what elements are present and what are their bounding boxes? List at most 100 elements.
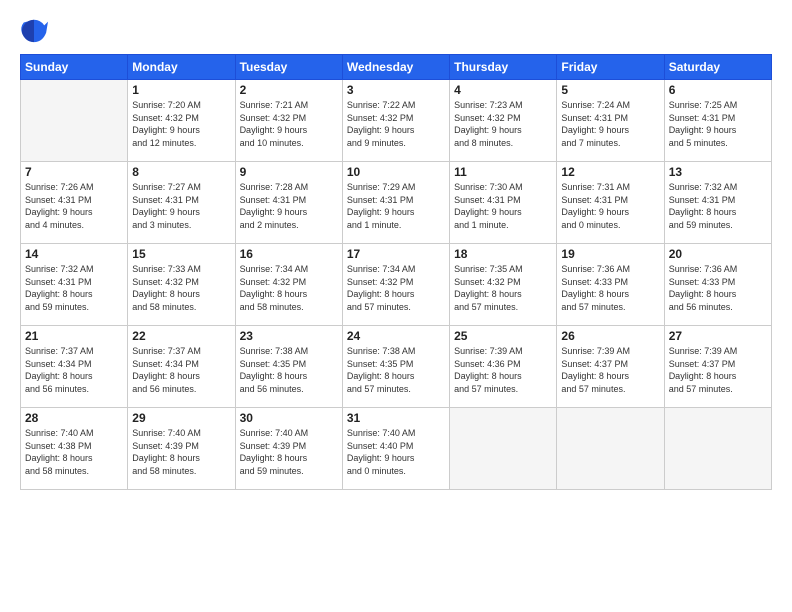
col-header-saturday: Saturday — [664, 55, 771, 80]
day-info: Sunrise: 7:39 AM Sunset: 4:37 PM Dayligh… — [561, 345, 659, 395]
day-number: 29 — [132, 411, 230, 425]
day-cell: 1 Sunrise: 7:20 AM Sunset: 4:32 PM Daylig… — [128, 80, 235, 162]
day-number: 20 — [669, 247, 767, 261]
day-cell: 23 Sunrise: 7:38 AM Sunset: 4:35 PM Dayli… — [235, 326, 342, 408]
day-info: Sunrise: 7:38 AM Sunset: 4:35 PM Dayligh… — [240, 345, 338, 395]
day-number: 7 — [25, 165, 123, 179]
day-info: Sunrise: 7:32 AM Sunset: 4:31 PM Dayligh… — [669, 181, 767, 231]
day-cell: 30 Sunrise: 7:40 AM Sunset: 4:39 PM Dayli… — [235, 408, 342, 490]
day-cell: 6Sunrise: 7:25 AM Sunset: 4:31 PM Daylig… — [664, 80, 771, 162]
day-info: Sunrise: 7:40 AM Sunset: 4:39 PM Dayligh… — [240, 427, 338, 477]
day-info: Sunrise: 7:22 AM Sunset: 4:32 PM Dayligh… — [347, 99, 445, 149]
day-info: Sunrise: 7:36 AM Sunset: 4:33 PM Dayligh… — [561, 263, 659, 313]
day-number: 26 — [561, 329, 659, 343]
week-row-1: 7 Sunrise: 7:26 AM Sunset: 4:31 PM Daylig… — [21, 162, 772, 244]
day-info: Sunrise: 7:20 AM Sunset: 4:32 PM Dayligh… — [132, 99, 230, 149]
day-info: Sunrise: 7:40 AM Sunset: 4:40 PM Dayligh… — [347, 427, 445, 477]
day-info: Sunrise: 7:29 AM Sunset: 4:31 PM Dayligh… — [347, 181, 445, 231]
day-number: 16 — [240, 247, 338, 261]
day-info: Sunrise: 7:34 AM Sunset: 4:32 PM Dayligh… — [347, 263, 445, 313]
day-cell: 14Sunrise: 7:32 AM Sunset: 4:31 PM Dayli… — [21, 244, 128, 326]
day-info: Sunrise: 7:31 AM Sunset: 4:31 PM Dayligh… — [561, 181, 659, 231]
day-cell: 15 Sunrise: 7:33 AM Sunset: 4:32 PM Dayli… — [128, 244, 235, 326]
day-number: 18 — [454, 247, 552, 261]
day-cell: 4Sunrise: 7:23 AM Sunset: 4:32 PM Daylig… — [450, 80, 557, 162]
col-header-friday: Friday — [557, 55, 664, 80]
day-cell: 16 Sunrise: 7:34 AM Sunset: 4:32 PM Dayli… — [235, 244, 342, 326]
day-cell: 12 Sunrise: 7:31 AM Sunset: 4:31 PM Dayli… — [557, 162, 664, 244]
day-cell: 7 Sunrise: 7:26 AM Sunset: 4:31 PM Daylig… — [21, 162, 128, 244]
logo-icon — [20, 16, 48, 44]
day-number: 12 — [561, 165, 659, 179]
col-header-monday: Monday — [128, 55, 235, 80]
day-number: 10 — [347, 165, 445, 179]
day-info: Sunrise: 7:37 AM Sunset: 4:34 PM Dayligh… — [25, 345, 123, 395]
day-cell: 29 Sunrise: 7:40 AM Sunset: 4:39 PM Dayli… — [128, 408, 235, 490]
day-info: Sunrise: 7:28 AM Sunset: 4:31 PM Dayligh… — [240, 181, 338, 231]
day-info: Sunrise: 7:40 AM Sunset: 4:39 PM Dayligh… — [132, 427, 230, 477]
day-cell: 13Sunrise: 7:32 AM Sunset: 4:31 PM Dayli… — [664, 162, 771, 244]
day-number: 25 — [454, 329, 552, 343]
day-number: 6 — [669, 83, 767, 97]
day-info: Sunrise: 7:39 AM Sunset: 4:37 PM Dayligh… — [669, 345, 767, 395]
day-number: 23 — [240, 329, 338, 343]
day-cell: 8 Sunrise: 7:27 AM Sunset: 4:31 PM Daylig… — [128, 162, 235, 244]
col-header-thursday: Thursday — [450, 55, 557, 80]
day-cell: 3Sunrise: 7:22 AM Sunset: 4:32 PM Daylig… — [342, 80, 449, 162]
day-cell — [557, 408, 664, 490]
day-info: Sunrise: 7:24 AM Sunset: 4:31 PM Dayligh… — [561, 99, 659, 149]
day-cell: 21 Sunrise: 7:37 AM Sunset: 4:34 PM Dayli… — [21, 326, 128, 408]
day-info: Sunrise: 7:30 AM Sunset: 4:31 PM Dayligh… — [454, 181, 552, 231]
day-info: Sunrise: 7:21 AM Sunset: 4:32 PM Dayligh… — [240, 99, 338, 149]
day-info: Sunrise: 7:34 AM Sunset: 4:32 PM Dayligh… — [240, 263, 338, 313]
day-cell: 20Sunrise: 7:36 AM Sunset: 4:33 PM Dayli… — [664, 244, 771, 326]
day-cell: 22 Sunrise: 7:37 AM Sunset: 4:34 PM Dayli… — [128, 326, 235, 408]
day-number: 24 — [347, 329, 445, 343]
day-info: Sunrise: 7:33 AM Sunset: 4:32 PM Dayligh… — [132, 263, 230, 313]
header — [20, 16, 772, 44]
day-number: 22 — [132, 329, 230, 343]
day-info: Sunrise: 7:40 AM Sunset: 4:38 PM Dayligh… — [25, 427, 123, 477]
day-info: Sunrise: 7:35 AM Sunset: 4:32 PM Dayligh… — [454, 263, 552, 313]
day-number: 4 — [454, 83, 552, 97]
week-row-2: 14Sunrise: 7:32 AM Sunset: 4:31 PM Dayli… — [21, 244, 772, 326]
week-row-3: 21 Sunrise: 7:37 AM Sunset: 4:34 PM Dayli… — [21, 326, 772, 408]
calendar: SundayMondayTuesdayWednesdayThursdayFrid… — [20, 54, 772, 490]
day-cell: 27 Sunrise: 7:39 AM Sunset: 4:37 PM Dayli… — [664, 326, 771, 408]
col-header-sunday: Sunday — [21, 55, 128, 80]
day-cell: 11Sunrise: 7:30 AM Sunset: 4:31 PM Dayli… — [450, 162, 557, 244]
day-cell: 31 Sunrise: 7:40 AM Sunset: 4:40 PM Dayli… — [342, 408, 449, 490]
day-number: 2 — [240, 83, 338, 97]
day-cell: 18 Sunrise: 7:35 AM Sunset: 4:32 PM Dayli… — [450, 244, 557, 326]
day-cell: 28Sunrise: 7:40 AM Sunset: 4:38 PM Dayli… — [21, 408, 128, 490]
day-cell: 9 Sunrise: 7:28 AM Sunset: 4:31 PM Daylig… — [235, 162, 342, 244]
day-info: Sunrise: 7:39 AM Sunset: 4:36 PM Dayligh… — [454, 345, 552, 395]
day-number: 17 — [347, 247, 445, 261]
day-cell: 25 Sunrise: 7:39 AM Sunset: 4:36 PM Dayli… — [450, 326, 557, 408]
week-row-0: 1 Sunrise: 7:20 AM Sunset: 4:32 PM Daylig… — [21, 80, 772, 162]
week-row-4: 28Sunrise: 7:40 AM Sunset: 4:38 PM Dayli… — [21, 408, 772, 490]
page: SundayMondayTuesdayWednesdayThursdayFrid… — [0, 0, 792, 612]
logo — [20, 16, 52, 44]
day-cell — [664, 408, 771, 490]
calendar-header-row: SundayMondayTuesdayWednesdayThursdayFrid… — [21, 55, 772, 80]
day-number: 21 — [25, 329, 123, 343]
day-number: 14 — [25, 247, 123, 261]
day-number: 31 — [347, 411, 445, 425]
day-number: 15 — [132, 247, 230, 261]
day-cell: 5 Sunrise: 7:24 AM Sunset: 4:31 PM Daylig… — [557, 80, 664, 162]
day-number: 8 — [132, 165, 230, 179]
day-cell: 10 Sunrise: 7:29 AM Sunset: 4:31 PM Dayli… — [342, 162, 449, 244]
day-cell: 24Sunrise: 7:38 AM Sunset: 4:35 PM Dayli… — [342, 326, 449, 408]
day-number: 27 — [669, 329, 767, 343]
day-number: 1 — [132, 83, 230, 97]
day-cell: 26 Sunrise: 7:39 AM Sunset: 4:37 PM Dayli… — [557, 326, 664, 408]
day-number: 30 — [240, 411, 338, 425]
day-info: Sunrise: 7:27 AM Sunset: 4:31 PM Dayligh… — [132, 181, 230, 231]
col-header-tuesday: Tuesday — [235, 55, 342, 80]
day-cell — [21, 80, 128, 162]
day-info: Sunrise: 7:26 AM Sunset: 4:31 PM Dayligh… — [25, 181, 123, 231]
day-number: 9 — [240, 165, 338, 179]
day-info: Sunrise: 7:37 AM Sunset: 4:34 PM Dayligh… — [132, 345, 230, 395]
day-number: 5 — [561, 83, 659, 97]
